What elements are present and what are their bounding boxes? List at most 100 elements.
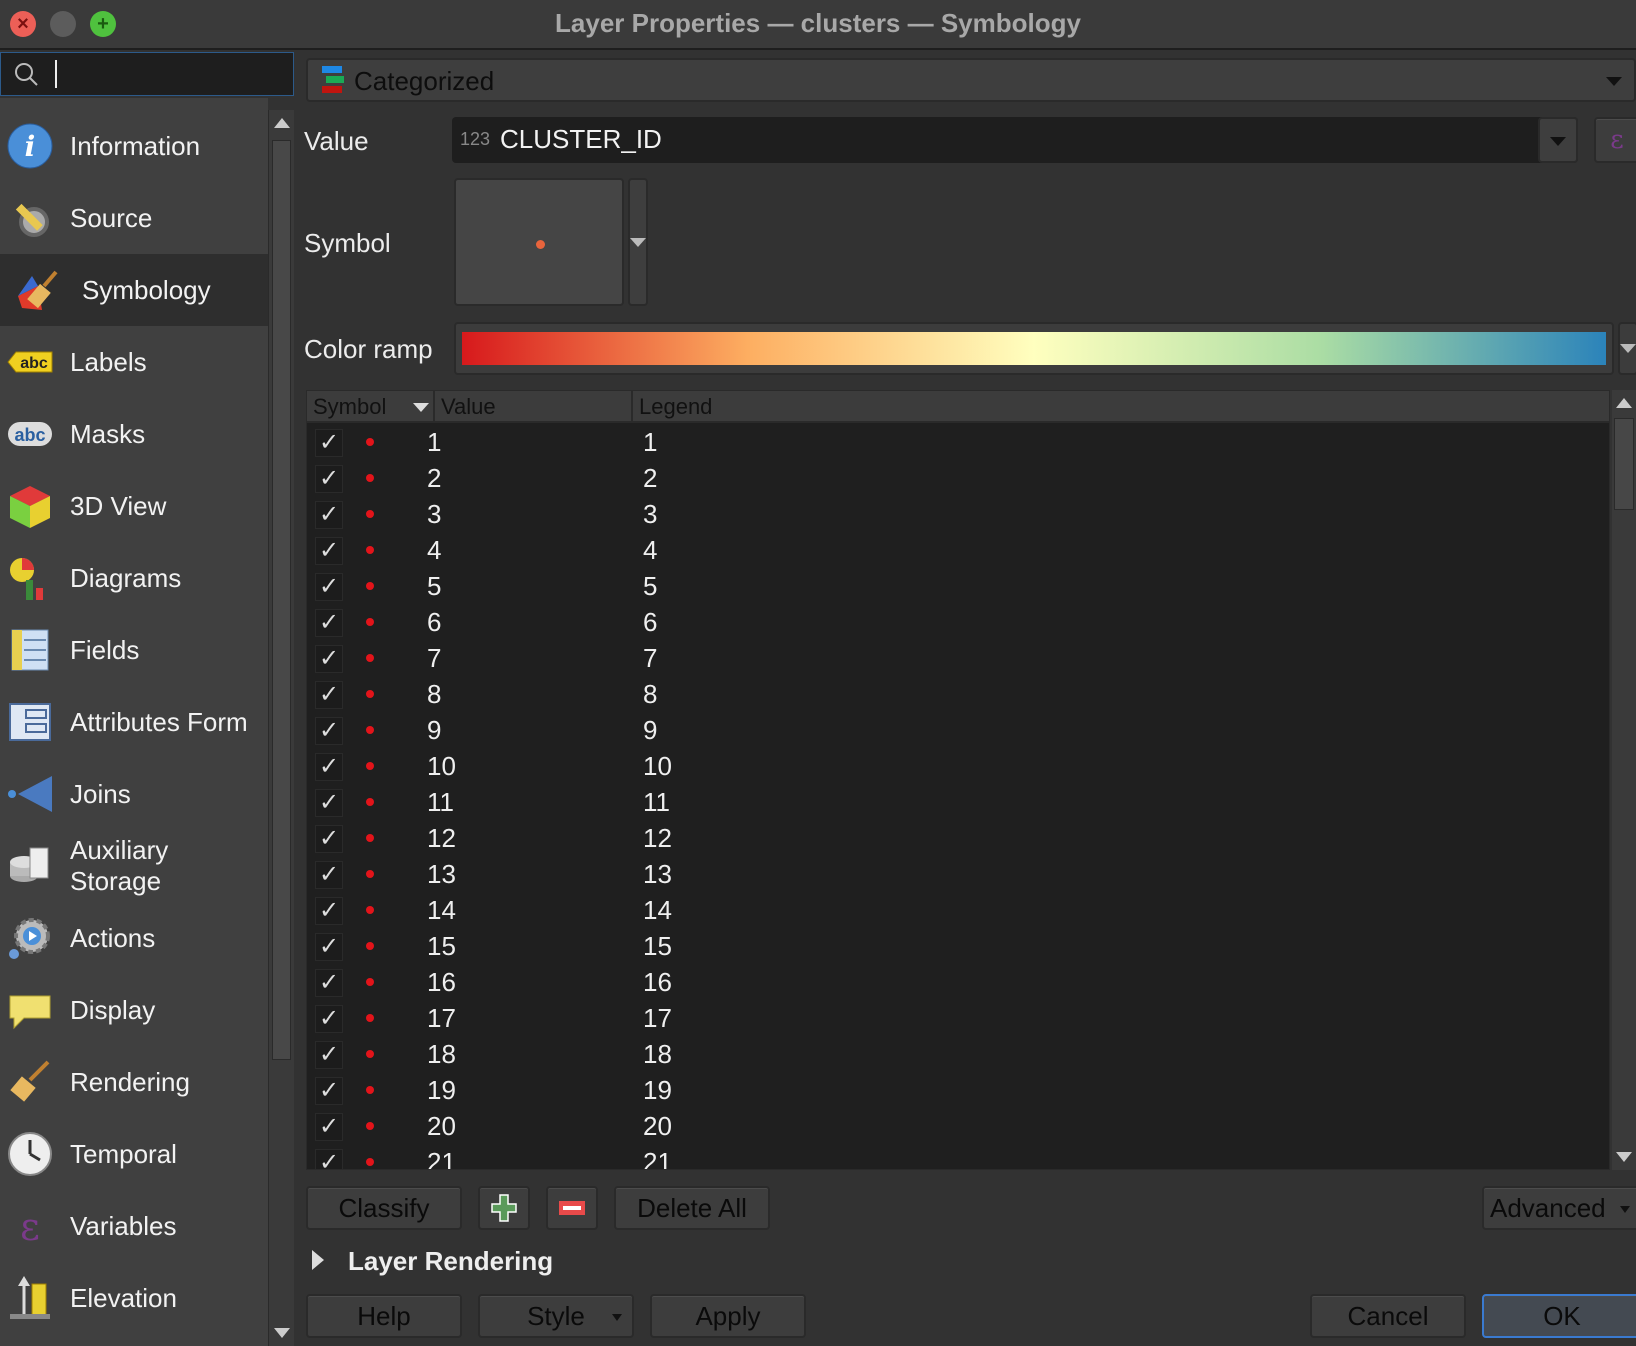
- symbol-dropdown-button[interactable]: [628, 178, 648, 306]
- symbol-dot[interactable]: [366, 798, 374, 806]
- scroll-down-arrow-icon[interactable]: [274, 1328, 290, 1338]
- table-row[interactable]: ✓ 1 1: [307, 424, 1609, 460]
- sidebar-scroll-thumb[interactable]: [272, 140, 291, 1060]
- row-checkbox[interactable]: ✓: [315, 573, 343, 601]
- sidebar-item-source[interactable]: Source: [0, 182, 268, 254]
- table-row[interactable]: ✓ 14 14: [307, 892, 1609, 928]
- table-scrollbar[interactable]: [1612, 390, 1636, 1170]
- legend-cell[interactable]: 9: [643, 712, 657, 748]
- color-ramp-button[interactable]: [454, 322, 1614, 375]
- legend-cell[interactable]: 12: [643, 820, 672, 856]
- table-row[interactable]: ✓ 4 4: [307, 532, 1609, 568]
- scroll-down-arrow-icon[interactable]: [1616, 1152, 1632, 1162]
- expression-button[interactable]: ε: [1594, 117, 1636, 163]
- legend-cell[interactable]: 14: [643, 892, 672, 928]
- row-checkbox[interactable]: ✓: [315, 753, 343, 781]
- legend-cell[interactable]: 1: [643, 424, 657, 460]
- symbol-button[interactable]: [454, 178, 624, 306]
- delete-category-button[interactable]: [546, 1186, 598, 1230]
- table-scroll-thumb[interactable]: [1614, 418, 1634, 510]
- legend-cell[interactable]: 4: [643, 532, 657, 568]
- sidebar-item-attributes-form[interactable]: Attributes Form: [0, 686, 268, 758]
- symbol-dot[interactable]: [366, 978, 374, 986]
- symbol-dot[interactable]: [366, 726, 374, 734]
- table-row[interactable]: ✓ 5 5: [307, 568, 1609, 604]
- row-checkbox[interactable]: ✓: [315, 861, 343, 889]
- row-checkbox[interactable]: ✓: [315, 825, 343, 853]
- symbol-dot[interactable]: [366, 582, 374, 590]
- help-button[interactable]: Help: [306, 1294, 462, 1338]
- row-checkbox[interactable]: ✓: [315, 933, 343, 961]
- legend-cell[interactable]: 20: [643, 1108, 672, 1144]
- symbol-dot[interactable]: [366, 870, 374, 878]
- sidebar-item-actions[interactable]: Actions: [0, 902, 268, 974]
- row-checkbox[interactable]: ✓: [315, 501, 343, 529]
- row-checkbox[interactable]: ✓: [315, 609, 343, 637]
- legend-cell[interactable]: 17: [643, 1000, 672, 1036]
- legend-cell[interactable]: 10: [643, 748, 672, 784]
- apply-button[interactable]: Apply: [650, 1294, 806, 1338]
- row-checkbox[interactable]: ✓: [315, 789, 343, 817]
- symbol-dot[interactable]: [366, 474, 374, 482]
- row-checkbox[interactable]: ✓: [315, 537, 343, 565]
- sidebar-item-symbology[interactable]: Symbology: [0, 254, 268, 326]
- value-cell[interactable]: 11: [427, 784, 454, 820]
- sidebar-item-variables[interactable]: ε Variables: [0, 1190, 268, 1262]
- legend-cell[interactable]: 2: [643, 460, 657, 496]
- value-cell[interactable]: 13: [427, 856, 456, 892]
- symbol-dot[interactable]: [366, 1014, 374, 1022]
- value-cell[interactable]: 17: [427, 1000, 456, 1036]
- value-cell[interactable]: 14: [427, 892, 456, 928]
- row-checkbox[interactable]: ✓: [315, 1149, 343, 1169]
- symbol-dot[interactable]: [366, 1158, 374, 1166]
- row-checkbox[interactable]: ✓: [315, 717, 343, 745]
- row-checkbox[interactable]: ✓: [315, 897, 343, 925]
- table-row[interactable]: ✓ 7 7: [307, 640, 1609, 676]
- legend-cell[interactable]: 13: [643, 856, 672, 892]
- value-cell[interactable]: 2: [427, 460, 441, 496]
- legend-cell[interactable]: 18: [643, 1036, 672, 1072]
- table-row[interactable]: ✓ 6 6: [307, 604, 1609, 640]
- legend-cell[interactable]: 11: [643, 784, 670, 820]
- renderer-dropdown[interactable]: Categorized: [306, 58, 1636, 102]
- value-dropdown-button[interactable]: [1538, 117, 1578, 163]
- row-checkbox[interactable]: ✓: [315, 681, 343, 709]
- sidebar-item-temporal[interactable]: Temporal: [0, 1118, 268, 1190]
- expand-arrow-icon[interactable]: [312, 1250, 324, 1270]
- table-row[interactable]: ✓ 13 13: [307, 856, 1609, 892]
- color-ramp-dropdown-button[interactable]: [1618, 322, 1636, 375]
- legend-cell[interactable]: 7: [643, 640, 657, 676]
- value-cell[interactable]: 8: [427, 676, 441, 712]
- row-checkbox[interactable]: ✓: [315, 1113, 343, 1141]
- table-row[interactable]: ✓ 10 10: [307, 748, 1609, 784]
- legend-cell[interactable]: 3: [643, 496, 657, 532]
- legend-cell[interactable]: 15: [643, 928, 672, 964]
- layer-rendering-toggle[interactable]: Layer Rendering: [348, 1246, 553, 1277]
- search-input[interactable]: [0, 52, 294, 96]
- row-checkbox[interactable]: ✓: [315, 465, 343, 493]
- table-row[interactable]: ✓ 9 9: [307, 712, 1609, 748]
- value-cell[interactable]: 7: [427, 640, 441, 676]
- ok-button[interactable]: OK: [1482, 1294, 1636, 1338]
- cancel-button[interactable]: Cancel: [1310, 1294, 1466, 1338]
- sidebar-item-fields[interactable]: Fields: [0, 614, 268, 686]
- value-field-combobox[interactable]: 123 CLUSTER_ID: [452, 117, 1578, 163]
- value-cell[interactable]: 5: [427, 568, 441, 604]
- column-header-value[interactable]: Value: [435, 391, 633, 423]
- sidebar-item-information[interactable]: i Information: [0, 110, 268, 182]
- scroll-up-arrow-icon[interactable]: [274, 118, 290, 128]
- table-row[interactable]: ✓ 16 16: [307, 964, 1609, 1000]
- value-cell[interactable]: 18: [427, 1036, 456, 1072]
- sidebar-item-3d-view[interactable]: 3D View: [0, 470, 268, 542]
- symbol-dot[interactable]: [366, 762, 374, 770]
- value-cell[interactable]: 15: [427, 928, 456, 964]
- legend-cell[interactable]: 8: [643, 676, 657, 712]
- legend-cell[interactable]: 19: [643, 1072, 672, 1108]
- value-cell[interactable]: 6: [427, 604, 441, 640]
- symbol-dot[interactable]: [366, 942, 374, 950]
- symbol-dot[interactable]: [366, 1086, 374, 1094]
- legend-cell[interactable]: 16: [643, 964, 672, 1000]
- delete-all-button[interactable]: Delete All: [614, 1186, 770, 1230]
- classify-button[interactable]: Classify: [306, 1186, 462, 1230]
- table-row[interactable]: ✓ 20 20: [307, 1108, 1609, 1144]
